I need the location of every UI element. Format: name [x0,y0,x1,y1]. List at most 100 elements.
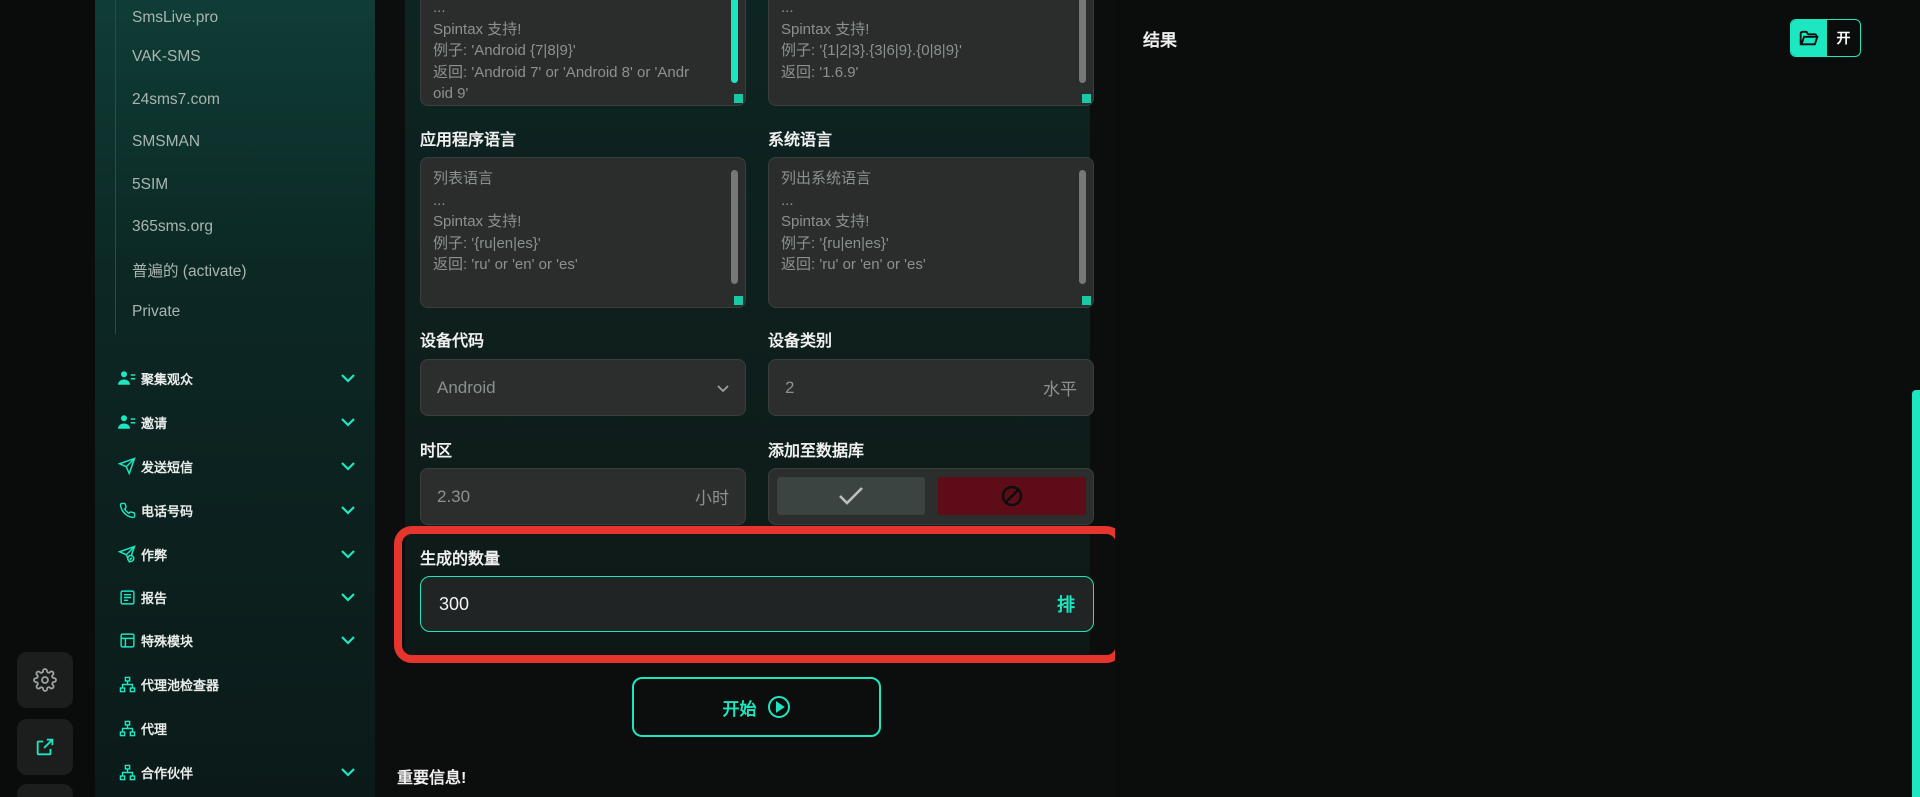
nav-item-phone-numbers[interactable]: 电话号码 [117,490,357,530]
nav-item-special-modules[interactable]: 特殊模块 [117,620,357,660]
page-scrollbar[interactable] [1912,390,1920,797]
textarea-line: ... [781,191,794,209]
app-language-textarea[interactable]: 列表语言 ... Spintax 支持! 例子: '{ru|en|es}' 返回… [420,157,746,308]
sub-item-private[interactable]: Private [116,291,355,334]
resize-handle[interactable] [1082,94,1091,103]
sub-item-5sim[interactable]: 5SIM [116,164,355,207]
device-code-select[interactable]: Android [420,359,746,416]
count-suffix: 排 [1057,595,1075,615]
timezone-input[interactable]: 2.30 小时 [420,468,746,525]
nav-label: 邀请 [141,415,168,431]
textarea-line: oid 9' [433,85,469,102]
add-to-db-no-button[interactable] [938,477,1086,515]
users-icon [117,368,137,388]
report-icon [117,587,137,607]
open-label: 开 [1836,30,1851,46]
send-icon [117,456,137,476]
app-language-label: 应用程序语言 [420,132,517,149]
export-button[interactable] [17,719,73,775]
chevron-down-icon [717,378,729,398]
textarea-scrollbar[interactable] [731,0,738,83]
nav-label: 电话号码 [141,503,194,519]
sub-item-vak-sms[interactable]: VAK-SMS [116,36,355,79]
important-info-title: 重要信息! [397,770,467,787]
results-title: 结果 [1143,31,1177,50]
device-class-suffix: 水平 [1043,380,1077,399]
nav-item-invite[interactable]: 邀请 [117,402,357,442]
nav-item-proxy[interactable]: 代理 [117,708,357,748]
resize-handle[interactable] [1082,296,1091,305]
generate-count-input[interactable]: 300 排 [420,576,1094,632]
gear-icon [33,668,57,692]
nav-label: 作弊 [141,547,168,563]
count-value: 300 [439,593,470,614]
textarea-scrollbar[interactable] [1079,170,1086,284]
sidebar: SmsLive.pro VAK-SMS 24sms7.com SMSMAN 5S… [95,0,375,797]
textarea-line: ... [433,0,446,16]
play-circle-icon [767,696,790,718]
add-to-db-label: 添加至数据库 [768,443,865,460]
sms-provider-list: SmsLive.pro VAK-SMS 24sms7.com SMSMAN 5S… [115,0,355,334]
sub-item-24sms7[interactable]: 24sms7.com [116,79,355,122]
textarea-line: 返回: 'ru' or 'en' or 'es' [433,256,578,273]
resize-handle[interactable] [734,296,743,305]
check-icon [839,487,863,505]
timezone-value: 2.30 [437,486,471,506]
settings-button[interactable] [17,652,73,708]
start-label: 开始 [722,699,757,719]
timezone-suffix: 小时 [695,489,729,508]
textarea-scrollbar[interactable] [1079,0,1086,83]
folder-open-icon [1791,20,1827,56]
timezone-label: 时区 [420,443,453,460]
chevron-down-icon [339,763,357,781]
system-language-textarea[interactable]: 列出系统语言 ... Spintax 支持! 例子: '{ru|en|es}' … [768,157,1094,308]
chevron-down-icon [339,588,357,606]
start-button[interactable]: 开始 [632,677,881,737]
textarea-line: ... [433,191,446,209]
app-version-textarea[interactable]: ... Spintax 支持! 例子: '{1|2|3}.{3|6|9}.{0|… [768,0,1094,106]
nav-item-proxy-pool-checker[interactable]: 代理池检查器 [117,664,357,704]
sub-item-activate[interactable]: 普遍的 (activate) [116,249,355,292]
network-icon [117,674,137,694]
textarea-line: Spintax 支持! [433,213,522,230]
icon-rail [0,0,95,797]
textarea-line: Spintax 支持! [781,20,870,38]
chevron-down-icon [339,545,357,563]
network-icon [117,762,137,782]
count-label: 生成的数量 [420,551,501,568]
nav-label: 发送短信 [141,459,194,475]
textarea-line: Spintax 支持! [433,20,522,38]
resize-handle[interactable] [734,94,743,103]
textarea-line: 例子: 'Android {7|8|9}' [433,42,576,59]
device-class-input[interactable]: 2 水平 [768,359,1094,416]
results-panel [1115,0,1900,797]
nav-item-audience[interactable]: 聚集观众 [117,358,357,398]
sub-item-smslive[interactable]: SmsLive.pro [116,0,355,36]
nav-label: 代理 [141,721,168,737]
textarea-line: 例子: '{ru|en|es}' [781,234,889,252]
chevron-down-icon [339,369,357,387]
device-model-textarea[interactable]: ... Spintax 支持! 例子: 'Android {7|8|9}' 返回… [420,0,746,106]
sub-item-smsman[interactable]: SMSMAN [116,121,355,164]
rail-more-button[interactable] [17,784,73,797]
add-to-db-yes-button[interactable] [777,477,925,515]
textarea-scrollbar[interactable] [731,170,738,284]
nav-item-partners[interactable]: 合作伙伴 [117,752,357,792]
nav-item-report[interactable]: 报告 [117,577,357,617]
textarea-line: 列表语言 [433,170,494,187]
device-code-value: Android [437,377,496,397]
device-class-value: 2 [785,377,795,397]
phone-icon [117,500,137,520]
module-icon [117,630,137,650]
nav-item-send-sms[interactable]: 发送短信 [117,446,357,486]
open-results-button[interactable]: 开 [1790,19,1861,57]
textarea-line: 列出系统语言 [781,170,872,187]
nav-item-cheat[interactable]: 作弊 [117,534,357,574]
nav-label: 报告 [141,590,168,606]
nav-label: 聚集观众 [141,371,194,387]
sub-item-365sms[interactable]: 365sms.org [116,206,355,249]
textarea-line: 返回: '1.6.9' [781,63,859,81]
textarea-line: 例子: '{ru|en|es}' [433,234,541,252]
device-code-label: 设备代码 [420,333,485,350]
system-language-label: 系统语言 [768,132,833,149]
